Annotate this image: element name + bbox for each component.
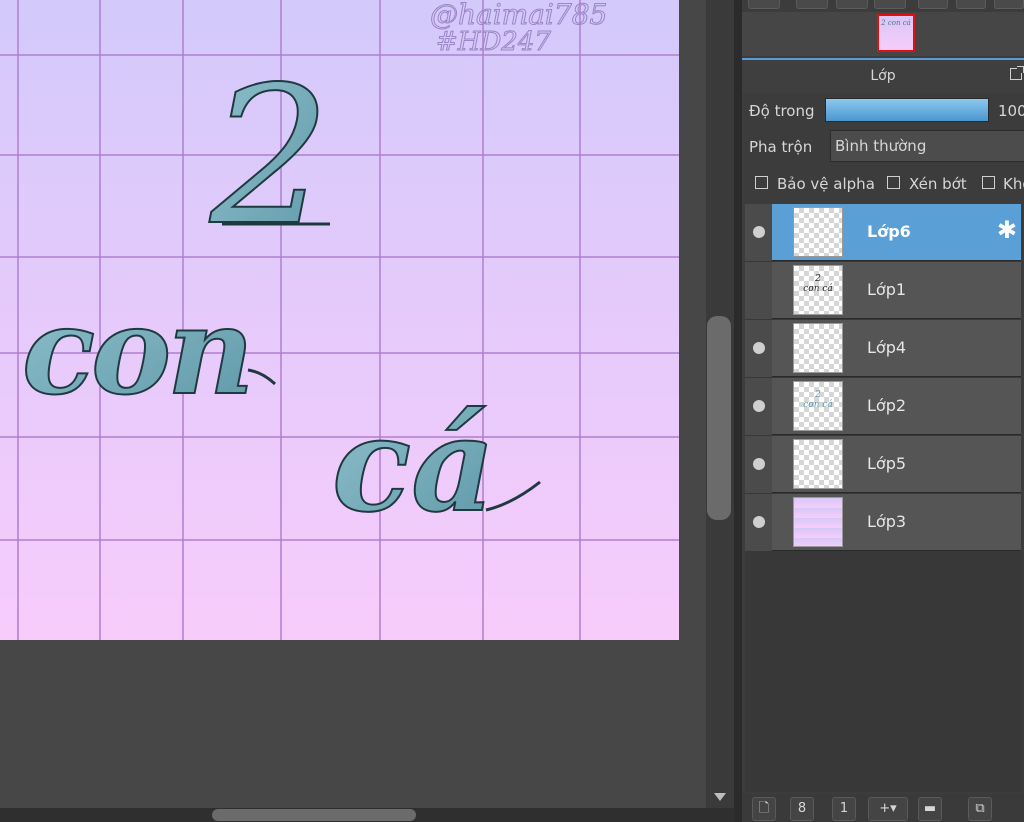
- lettering-word-ca: cá: [332, 388, 495, 541]
- layer-panel-title: Lớp: [870, 68, 896, 84]
- navigator-tool-button-2[interactable]: [796, 0, 828, 9]
- navigator-tool-button-6[interactable]: [956, 0, 986, 9]
- horizontal-scrollbar[interactable]: [0, 808, 734, 822]
- lock-label: Kho: [1003, 175, 1024, 193]
- layer-row-lop4[interactable]: Lớp4: [745, 320, 1021, 377]
- protect-alpha-checkbox[interactable]: [755, 176, 768, 189]
- layer-row-lop1[interactable]: 2 con cá Lớp1: [745, 262, 1021, 319]
- layer-list: Lớp6 ✱ 2 con cá Lớp1 Lớp4 2 con cá Lớp2 Lớ…: [745, 204, 1021, 792]
- artwork[interactable]: @haimai785 #HD247 2 con cá: [0, 0, 679, 640]
- vertical-scroll-thumb[interactable]: [707, 316, 731, 520]
- layer-row-lop2[interactable]: 2 con cá Lớp2: [745, 378, 1021, 435]
- opacity-value: 100: [998, 102, 1024, 120]
- layer-name: Lớp6: [867, 222, 911, 241]
- layer-8bit-icon[interactable]: 8: [790, 797, 814, 821]
- visibility-toggle[interactable]: [745, 378, 772, 435]
- eye-icon[interactable]: [753, 458, 765, 470]
- lock-checkbox[interactable]: [982, 176, 995, 189]
- navigator-tool-button-5[interactable]: [918, 0, 948, 9]
- layer-name: Lớp3: [867, 512, 907, 531]
- layer-name: Lớp5: [867, 454, 907, 473]
- visibility-toggle[interactable]: [745, 262, 772, 319]
- popout-icon[interactable]: [1010, 66, 1024, 80]
- new-page-icon[interactable]: 🗋: [752, 797, 776, 821]
- opacity-slider[interactable]: [825, 98, 989, 122]
- layer-thumbnail: [793, 497, 843, 547]
- blend-mode-label: Pha trộn: [749, 138, 813, 156]
- scroll-down-arrow-icon[interactable]: [714, 793, 726, 801]
- navigator-tool-button-3[interactable]: [836, 0, 868, 9]
- layer-thumbnail: [793, 207, 843, 257]
- layer-panel: 2 con cá Lớp Độ trong 100 Pha trộn Bình …: [742, 0, 1024, 822]
- layer-thumbnail: 2 con cá: [793, 265, 843, 315]
- navigator-preview[interactable]: 2 con cá: [877, 14, 915, 52]
- visibility-toggle[interactable]: [745, 494, 772, 551]
- layer-name: Lớp1: [867, 280, 907, 299]
- layer-panel-header: Lớp: [742, 58, 1024, 94]
- signature-tag-text: #HD247: [436, 27, 551, 57]
- eye-icon[interactable]: [753, 516, 765, 528]
- eye-icon[interactable]: [753, 342, 765, 354]
- eye-icon[interactable]: [753, 226, 765, 238]
- layer-thumbnail: [793, 323, 843, 373]
- horizontal-scroll-thumb[interactable]: [212, 809, 416, 821]
- navigator-strip: 2 con cá: [742, 12, 1024, 56]
- layer-thumbnail: [793, 439, 843, 489]
- lettering-word-con: con: [22, 281, 250, 422]
- visibility-toggle[interactable]: [745, 204, 772, 261]
- layer-row-lop6[interactable]: Lớp6 ✱: [745, 204, 1021, 261]
- eye-icon[interactable]: [753, 400, 765, 412]
- lettering-number: 2: [209, 46, 331, 267]
- duplicate-layer-icon[interactable]: ⧉: [968, 797, 992, 821]
- canvas-workspace[interactable]: @haimai785 #HD247 2 con cá: [0, 0, 706, 808]
- gear-icon[interactable]: ✱: [997, 218, 1017, 242]
- layer-name: Lớp2: [867, 396, 907, 415]
- layer-1bit-icon[interactable]: 1: [832, 797, 856, 821]
- layer-row-lop5[interactable]: Lớp5: [745, 436, 1021, 493]
- layer-thumbnail: 2 con cá: [793, 381, 843, 431]
- panel-divider[interactable]: [734, 0, 742, 822]
- opacity-label: Độ trong: [749, 102, 815, 120]
- navigator-tool-button-1[interactable]: [748, 0, 780, 9]
- navigator-tool-button-4[interactable]: [874, 0, 906, 9]
- visibility-toggle[interactable]: [745, 436, 772, 493]
- folder-icon[interactable]: ▬: [918, 797, 942, 821]
- clipping-checkbox[interactable]: [887, 176, 900, 189]
- layer-toolbar: 🗋 8 1 +▾ ▬ ⧉: [742, 794, 1024, 822]
- clipping-label: Xén bớt: [909, 175, 967, 193]
- vertical-scrollbar[interactable]: [706, 0, 734, 808]
- drawing-canvas[interactable]: @haimai785 #HD247 2 con cá: [0, 0, 679, 640]
- add-layer-dropdown-icon[interactable]: +▾: [868, 797, 908, 821]
- visibility-toggle[interactable]: [745, 320, 772, 377]
- blend-mode-value: Bình thường: [835, 137, 927, 155]
- protect-alpha-label: Bảo vệ alpha: [777, 175, 875, 193]
- layer-name: Lớp4: [867, 338, 907, 357]
- layer-row-lop3[interactable]: Lớp3: [745, 494, 1021, 551]
- blend-mode-select[interactable]: Bình thường: [830, 130, 1024, 162]
- navigator-tool-button-7[interactable]: [994, 0, 1024, 9]
